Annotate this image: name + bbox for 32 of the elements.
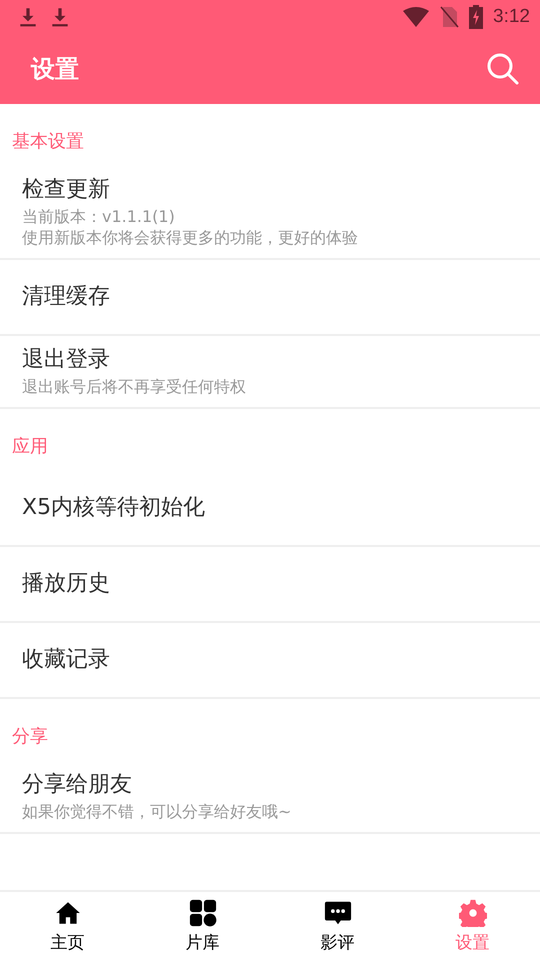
section-header: 基本设置 bbox=[11, 130, 85, 154]
item-summary: 使用新版本你将会获得更多的功能，更好的体验 bbox=[22, 227, 359, 248]
section-header: 分享 bbox=[11, 725, 49, 749]
item-title: 清理缓存 bbox=[22, 283, 111, 311]
item-summary: 如果你觉得不错，可以分享给好友哦~ bbox=[22, 801, 292, 822]
grid-icon bbox=[188, 898, 216, 926]
settings-item[interactable]: 检查更新 当前版本：v1.1.1(1) 使用新版本你将会获得更多的功能，更好的体验 bbox=[0, 166, 540, 260]
settings-item[interactable]: 收藏记录 bbox=[0, 623, 540, 699]
section-header: 应用 bbox=[11, 435, 49, 459]
settings-item[interactable]: 退出登录 退出账号后将不再享受任何特权 bbox=[0, 336, 540, 409]
settings-item[interactable]: 播放历史 bbox=[0, 547, 540, 623]
item-summary: 当前版本：v1.1.1(1) bbox=[22, 206, 176, 227]
nav-tab[interactable]: 主页 bbox=[0, 892, 135, 960]
no-sim-icon bbox=[439, 6, 460, 28]
item-title: 退出登录 bbox=[22, 346, 111, 374]
item-title: 收藏记录 bbox=[22, 646, 111, 674]
wifi-icon bbox=[403, 7, 430, 27]
app-bar-title: 设置 bbox=[31, 54, 79, 85]
settings-item[interactable]: 分享给朋友 如果你觉得不错，可以分享给好友哦~ bbox=[0, 761, 540, 834]
nav-tab[interactable]: 影评 bbox=[270, 892, 405, 960]
item-summary: 退出账号后将不再享受任何特权 bbox=[22, 376, 247, 397]
search-icon[interactable] bbox=[486, 52, 520, 86]
nav-tab[interactable]: 片库 bbox=[135, 892, 270, 960]
gear-icon bbox=[458, 898, 486, 926]
item-title: 播放历史 bbox=[22, 570, 111, 598]
status-time: 3:12 bbox=[493, 6, 530, 28]
item-title: X5内核等待初始化 bbox=[22, 494, 206, 522]
battery-charging-icon bbox=[469, 5, 484, 29]
settings-item[interactable]: 清理缓存 bbox=[0, 260, 540, 336]
settings-item[interactable]: X5内核等待初始化 bbox=[0, 471, 540, 547]
item-title: 检查更新 bbox=[22, 176, 111, 204]
item-title: 分享给朋友 bbox=[22, 771, 133, 799]
